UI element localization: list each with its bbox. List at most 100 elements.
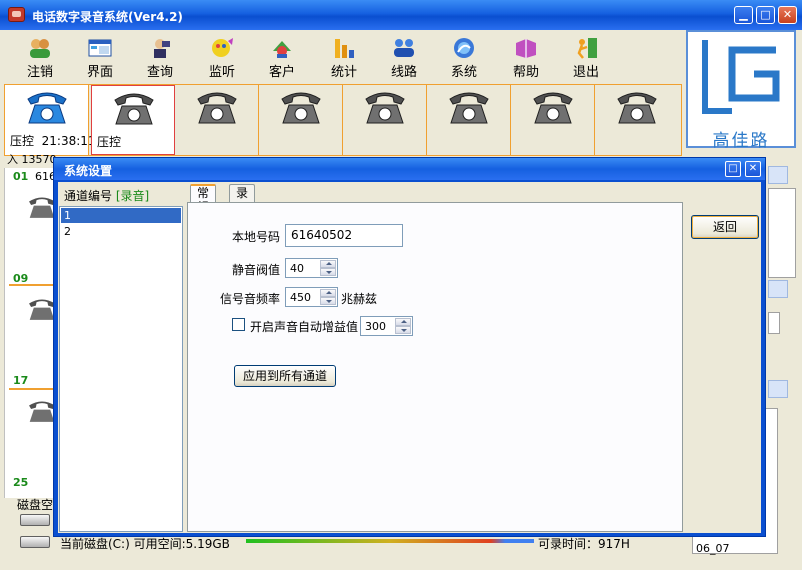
maximize-icon: □ [728, 163, 738, 174]
minimize-button[interactable]: ▁ [734, 6, 753, 24]
phone-cell-1[interactable]: 压控 21:38:11 入 13570 [5, 85, 96, 166]
query-icon [154, 39, 170, 58]
panel-header-bar [768, 380, 788, 398]
phone-idle-icon [281, 92, 321, 124]
auto-gain-checkbox[interactable] [232, 318, 245, 331]
phone-cell-3[interactable] [175, 85, 259, 155]
phone-idle-icon [449, 92, 489, 124]
phone-cell-5[interactable] [343, 85, 427, 155]
phone-idle-icon [617, 92, 657, 124]
maximize-button[interactable]: □ [756, 6, 775, 24]
phone-time: 21:38:11 [41, 134, 96, 148]
channel-list-item[interactable]: 1 [61, 208, 181, 223]
phone-status: 压控 [97, 135, 122, 149]
phone-cell-2[interactable]: 压控 [91, 85, 175, 155]
minimize-icon: ▁ [739, 8, 748, 21]
toolbar-exit-button[interactable]: 退出 [558, 34, 614, 80]
current-disk-info: 当前磁盘(C:) 可用空间:5.19GB [60, 537, 230, 551]
tone-frequency-value: 450 [290, 291, 311, 304]
toolbar-logout-button[interactable]: 注销 [12, 34, 68, 80]
channel-list[interactable]: 1 2 [59, 206, 183, 532]
panel-header-bar [768, 280, 788, 298]
phone-cell-4[interactable] [259, 85, 343, 155]
local-number-input[interactable]: 61640502 [285, 224, 403, 247]
phone-line-strip: 压控 21:38:11 入 13570 压控 [4, 84, 682, 166]
logout-users-icon [30, 39, 50, 58]
disk-drive-icon [20, 536, 50, 548]
spin-down-icon[interactable] [320, 268, 336, 276]
window-title: 电话数字录音系统(Ver4.2) [32, 10, 183, 24]
panel-box [768, 188, 796, 278]
auto-gain-stepper[interactable]: 300 [360, 316, 413, 336]
toolbar-monitor-button[interactable]: 监听 [194, 34, 250, 80]
statistics-icon [335, 39, 354, 58]
exit-icon [577, 38, 597, 59]
channel-number: 17 [13, 374, 29, 387]
phone-status: 压控 [10, 134, 35, 148]
phone-caller: 入 13570 [7, 153, 57, 166]
local-number-label: 本地号码 [232, 230, 281, 244]
close-icon: ✕ [782, 8, 793, 21]
phone-idle-icon [114, 93, 154, 125]
panel-box [768, 312, 780, 334]
tone-frequency-unit: 兆赫兹 [341, 292, 378, 306]
customer-icon [273, 41, 291, 58]
phone-active-icon [27, 92, 67, 124]
spin-up-icon[interactable] [320, 260, 336, 268]
close-button[interactable]: ✕ [778, 6, 797, 24]
channel-number: 25 [13, 476, 29, 489]
spin-down-icon[interactable] [395, 326, 411, 334]
phone-idle-icon [365, 92, 405, 124]
record-time: 可录时间：917H [538, 537, 630, 551]
system-icon [454, 38, 474, 58]
maximize-icon: □ [760, 8, 771, 21]
toolbar-help-button[interactable]: 帮助 [498, 34, 554, 80]
toolbar-line-button[interactable]: 线路 [376, 34, 432, 80]
auto-gain-label: 开启声音自动增益值 [250, 320, 359, 334]
disk-drive-icon [20, 514, 50, 526]
channel-list-header: 通道编号 [录音] [64, 189, 150, 203]
main-toolbar: 注销 界面 查询 监听 客户 统计 线路 系统 帮助 退出 [4, 30, 684, 82]
channel-number: 09 [13, 272, 29, 285]
disk-usage-bar [246, 539, 534, 543]
main-title-bar: 电话数字录音系统(Ver4.2) ▁ □ ✕ [0, 0, 802, 30]
phone-cell-6[interactable] [427, 85, 511, 155]
help-icon [516, 39, 536, 58]
toolbar-query-button[interactable]: 查询 [132, 34, 188, 80]
toolbar-system-button[interactable]: 系统 [436, 34, 492, 80]
tab-recording[interactable]: 录音 [229, 184, 256, 216]
apply-all-channels-button[interactable]: 应用到所有通道 [234, 365, 336, 387]
silence-threshold-value: 40 [290, 262, 304, 275]
silence-threshold-stepper[interactable]: 40 [285, 258, 338, 278]
company-logo: 高佳路 [686, 30, 796, 151]
logo-text: 高佳路 [712, 131, 770, 151]
dialog-maximize-button[interactable]: □ [725, 161, 741, 177]
dialog-close-button[interactable]: ✕ [745, 161, 761, 177]
monitor-icon [212, 38, 233, 57]
panel-header-bar [768, 166, 788, 184]
interface-icon [88, 39, 112, 57]
dialog-title-bar: 系统设置 □ ✕ [54, 158, 765, 180]
line-icon [394, 39, 414, 57]
phone-idle-icon [197, 92, 237, 124]
spin-up-icon[interactable] [395, 318, 411, 326]
logo-mark-icon [702, 40, 780, 114]
close-icon: ✕ [748, 163, 758, 174]
toolbar-statistics-button[interactable]: 统计 [316, 34, 372, 80]
phone-idle-icon [533, 92, 573, 124]
phone-cell-7[interactable] [511, 85, 595, 155]
phone-cell-8[interactable] [595, 85, 679, 155]
toolbar-interface-button[interactable]: 界面 [72, 34, 128, 80]
channel-list-item[interactable]: 2 [61, 224, 181, 239]
system-settings-dialog: 系统设置 □ ✕ 通道编号 [录音] 1 2 常规 录音 本地号码 616405… [53, 157, 766, 537]
spin-up-icon[interactable] [320, 289, 336, 297]
spin-down-icon[interactable] [320, 297, 336, 305]
disk-space-label: 磁盘空 [17, 498, 54, 512]
tone-frequency-stepper[interactable]: 450 [285, 287, 338, 307]
partial-date: 06_07 [696, 542, 730, 555]
back-button[interactable]: 返回 [691, 215, 759, 239]
silence-threshold-label: 静音阀值 [232, 263, 281, 277]
toolbar-customer-button[interactable]: 客户 [254, 34, 310, 80]
tab-general[interactable]: 常规 [190, 184, 217, 214]
channel-record-tag: [录音] [115, 189, 150, 203]
